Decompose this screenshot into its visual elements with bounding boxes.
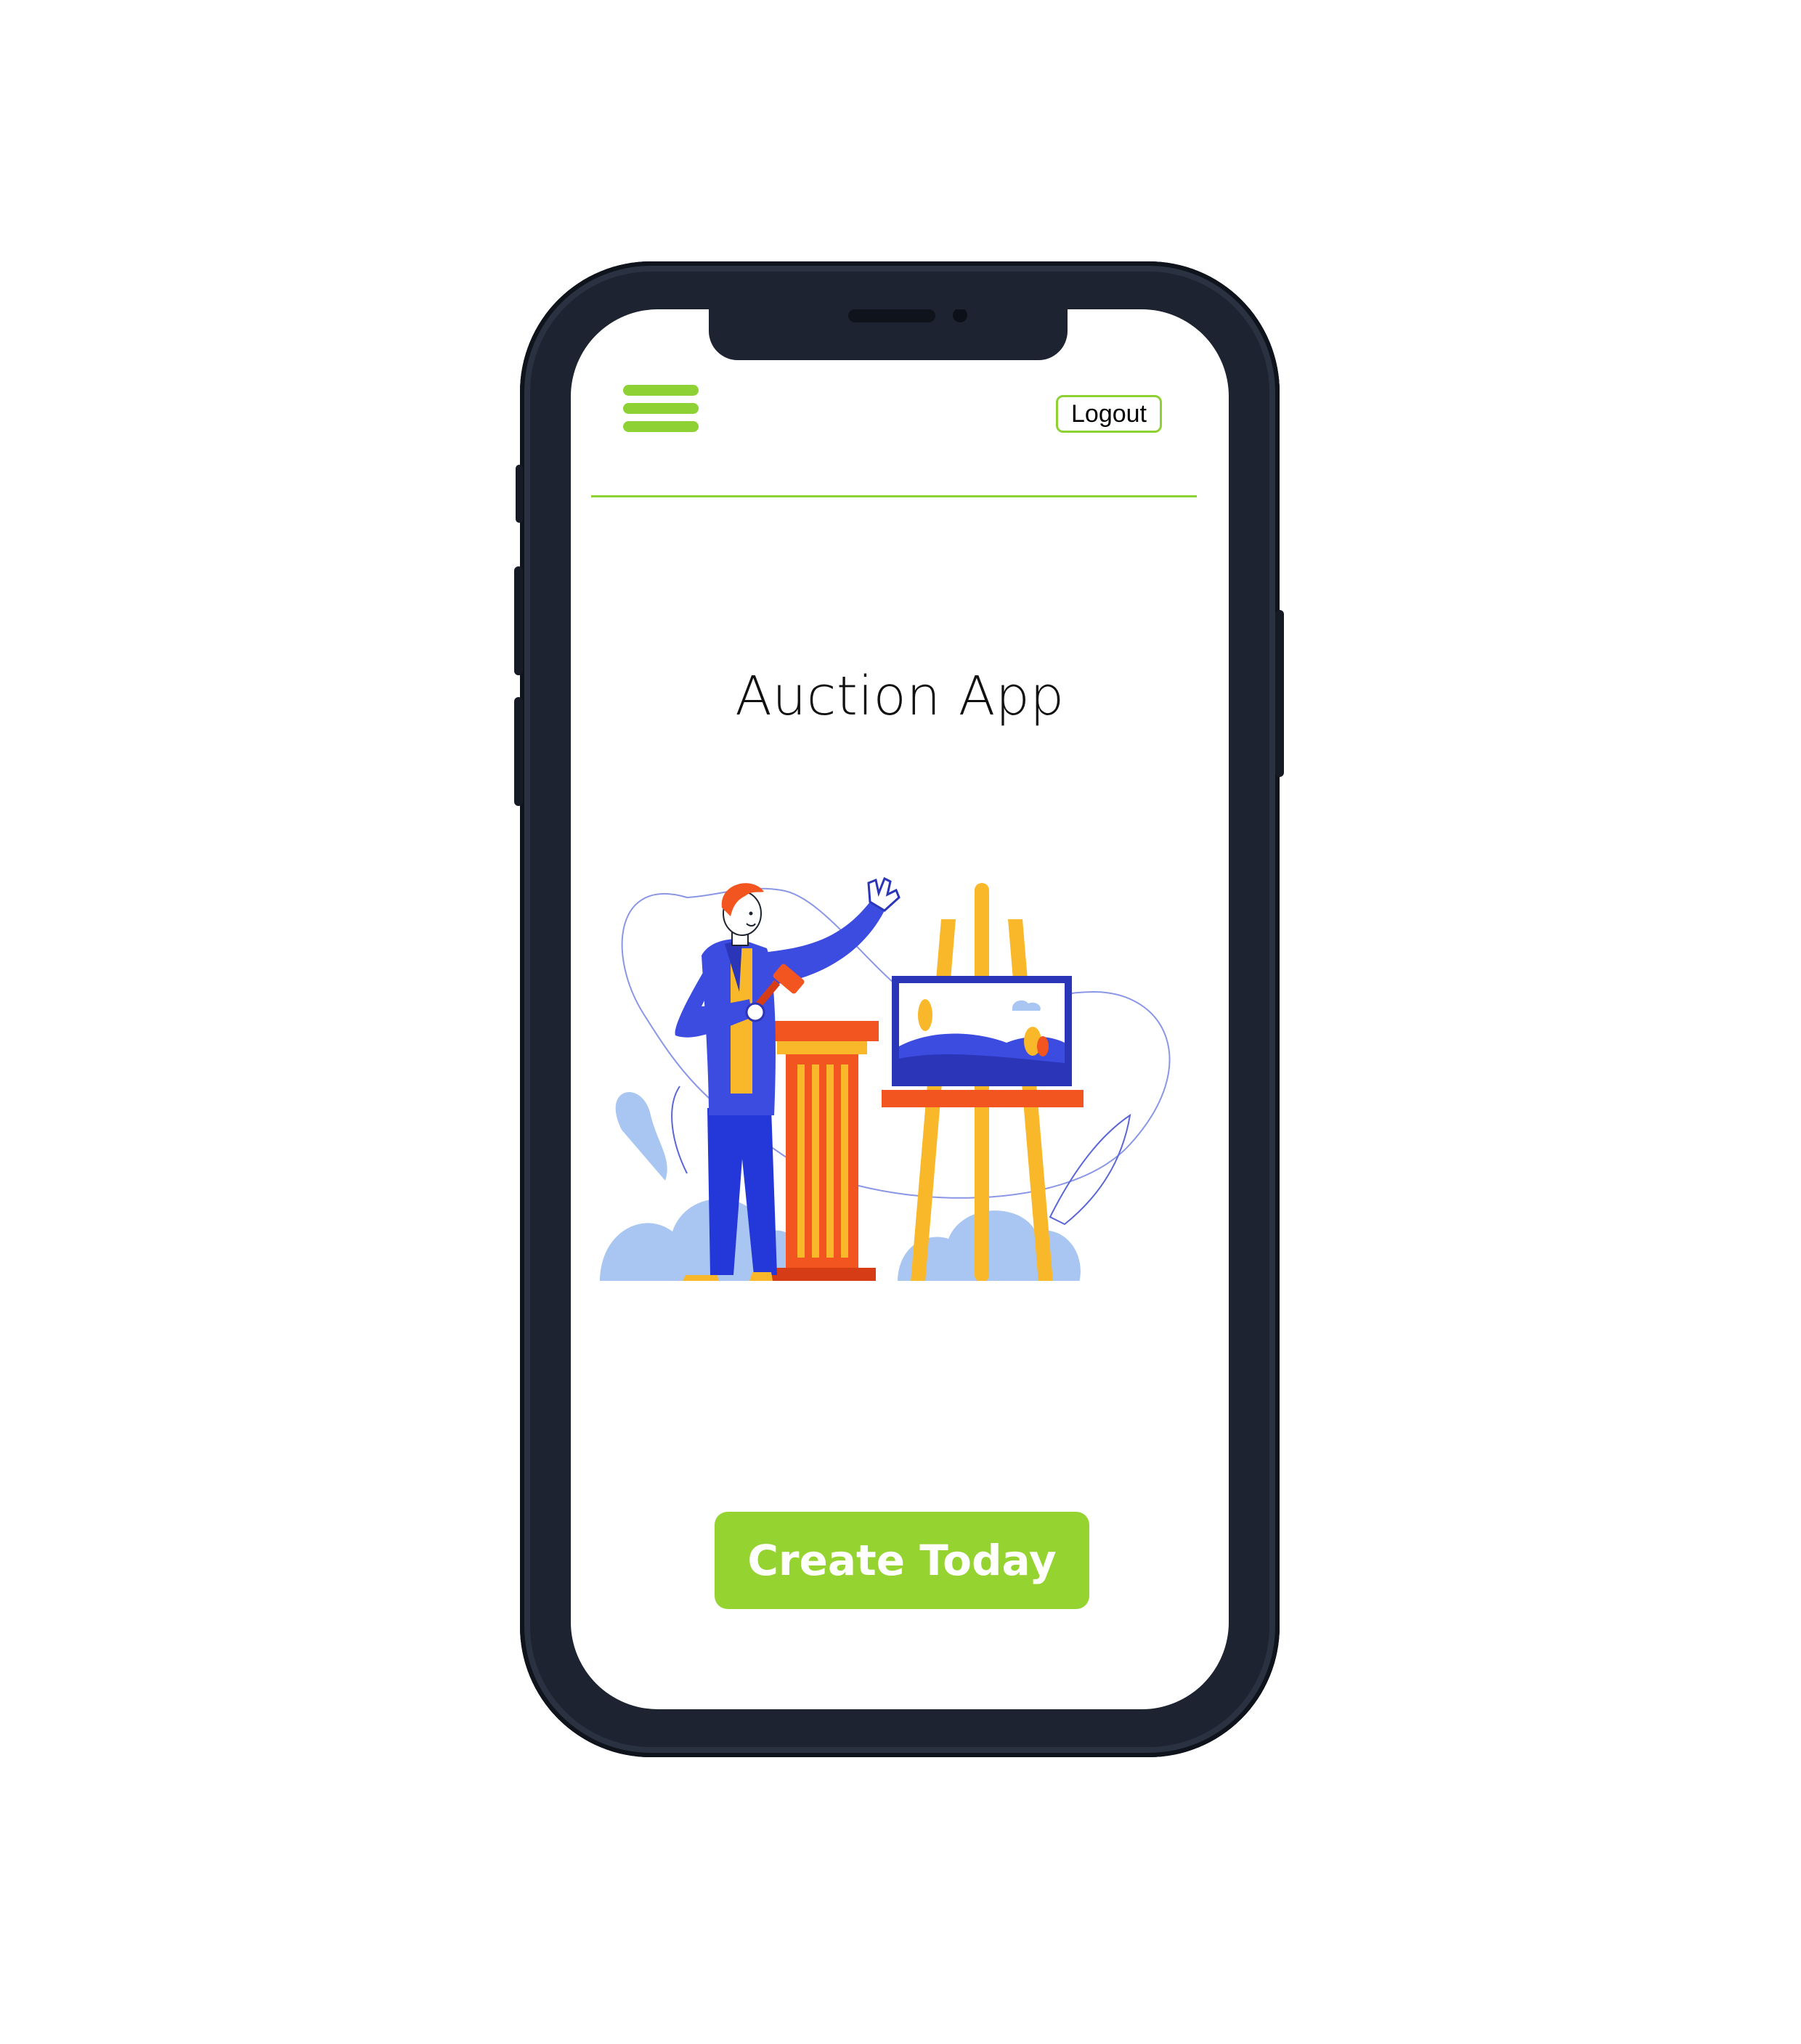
- auctioneer-eye: [749, 911, 753, 916]
- speaker-grille: [848, 309, 935, 322]
- hamburger-menu-icon[interactable]: [623, 385, 699, 436]
- painting-tree-left: [918, 999, 932, 1031]
- menu-bar-top: [623, 385, 699, 396]
- logout-button[interactable]: Logout: [1056, 395, 1162, 433]
- left-leaf-outline: [671, 1086, 688, 1174]
- phone-frame: Logout Auction App Create Today: [514, 261, 1284, 1757]
- front-camera: [953, 309, 967, 322]
- phone-power-button: [1275, 610, 1284, 777]
- easel-shelf: [882, 1090, 1084, 1107]
- podium-base: [768, 1268, 876, 1282]
- auctioneer-hand: [745, 1002, 765, 1022]
- auctioneer-with-easel-illustration: [600, 876, 1203, 1282]
- podium-cap: [777, 1041, 867, 1054]
- stage: Logout Auction App Create Today: [0, 0, 1801, 2044]
- podium-flute-2: [812, 1064, 819, 1258]
- menu-bar-middle: [623, 403, 699, 414]
- right-leaf-outline: [1049, 1113, 1131, 1226]
- menu-bar-bottom: [623, 421, 699, 432]
- left-leaf: [615, 1091, 667, 1181]
- phone-side-button: [516, 465, 523, 523]
- phone-notch: [709, 309, 1068, 360]
- phone-volume-up-button: [514, 566, 523, 675]
- podium-flute-4: [841, 1064, 848, 1258]
- page-title: Auction App: [735, 665, 1065, 728]
- podium-flute-3: [826, 1064, 834, 1258]
- podium-flute-1: [797, 1064, 805, 1258]
- ground-line: [600, 1281, 1203, 1282]
- podium-top: [765, 1021, 879, 1041]
- header-divider: [591, 495, 1197, 497]
- phone-volume-down-button: [514, 697, 523, 806]
- phone-screen: Logout Auction App Create Today: [571, 309, 1229, 1709]
- auctioneer-right-shoe: [749, 1272, 773, 1281]
- create-today-button[interactable]: Create Today: [715, 1512, 1089, 1609]
- painting-tree-right-small: [1037, 1036, 1049, 1056]
